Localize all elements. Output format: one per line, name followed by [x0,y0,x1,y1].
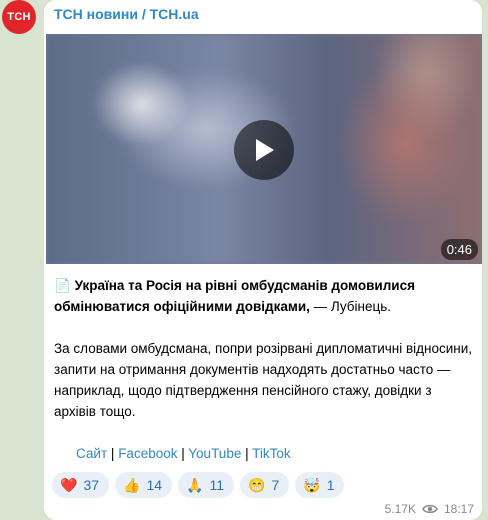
youtube-link[interactable]: YouTube [188,446,241,461]
mind-blown-icon: 🤯 [303,476,321,493]
link-separator: | [110,446,115,461]
reaction-mind-blown[interactable]: 🤯 1 [295,472,345,498]
link-separator: | [181,446,185,461]
message-bubble: ТСН новини / TCH.ua 0:46 📄 Україна та Ро… [44,0,482,520]
thumbs-up-icon: 👍 [123,476,141,493]
reaction-heart[interactable]: ❤️ 37 [52,472,110,498]
reaction-count: 37 [83,477,100,493]
reaction-grin[interactable]: 😁 7 [240,472,290,498]
play-button[interactable] [234,120,294,180]
video-duration: 0:46 [440,239,478,260]
document-icon: 📄 [54,278,71,293]
reaction-pray[interactable]: 🙏 11 [178,472,235,498]
channel-avatar[interactable]: ТСН [2,0,36,34]
reactions-bar: ❤️ 37 👍 14 🙏 11 😁 7 🤯 1 [52,472,345,498]
reaction-count: 11 [209,477,225,493]
tiktok-link[interactable]: TikTok [252,446,291,461]
avatar-text: ТСН [7,11,31,23]
view-count: 5.17K [384,502,416,516]
video-thumbnail[interactable]: 0:46 [46,34,482,264]
grin-icon: 😁 [248,476,266,493]
post-paragraph: За словами омбудсмана, попри розірвані д… [54,341,473,419]
headline-rest: — Лубінець. [309,299,392,314]
link-separator: | [245,446,249,461]
message-time: 18:17 [443,502,474,516]
reaction-count: 7 [271,477,280,493]
reaction-count: 1 [326,477,335,493]
pray-icon: 🙏 [186,476,204,493]
post-text: 📄 Україна та Росія на рівні омбудсманів … [54,275,474,464]
heart-icon: ❤️ [60,476,78,493]
play-icon [256,139,274,161]
reaction-thumbs-up[interactable]: 👍 14 [115,472,173,498]
post-headline: 📄 Україна та Росія на рівні омбудсманів … [54,275,474,317]
links-row: Сайт | Facebook | YouTube | TikTok [54,443,474,464]
eye-icon [422,504,438,514]
channel-name[interactable]: ТСН новини / TCH.ua [54,6,199,22]
facebook-link[interactable]: Facebook [118,446,177,461]
reaction-count: 14 [146,477,163,493]
site-link[interactable]: Сайт [76,446,107,461]
message-meta: 5.17K 18:17 [385,502,474,516]
